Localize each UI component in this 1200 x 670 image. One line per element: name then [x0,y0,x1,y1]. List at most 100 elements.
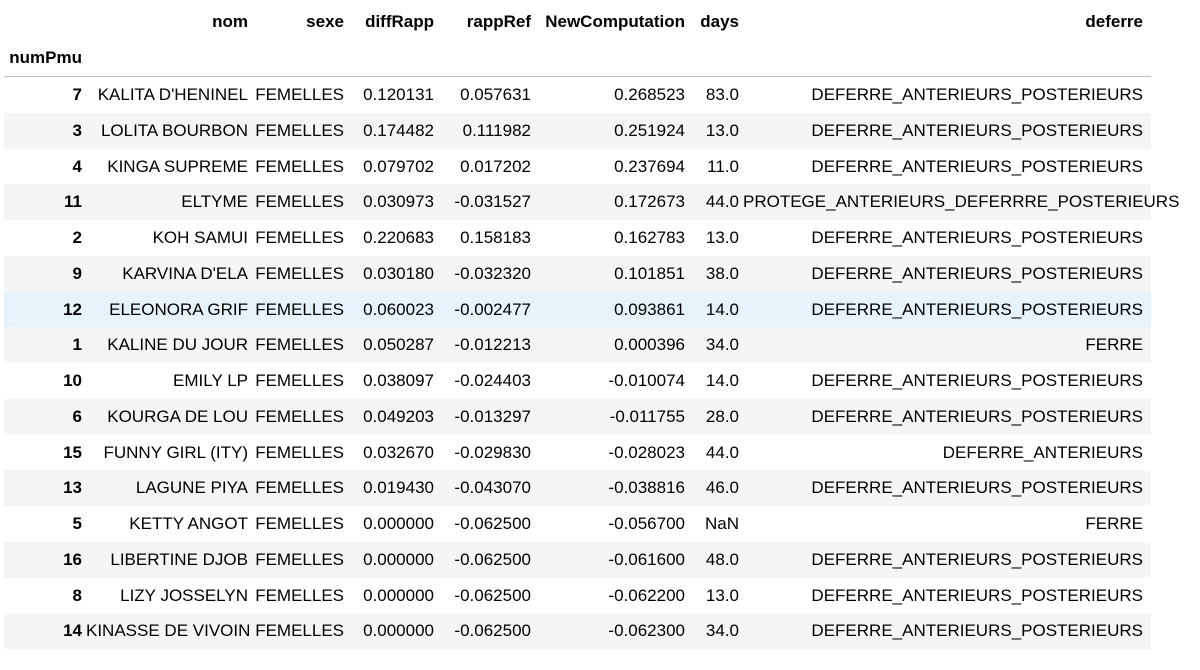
cell-rappref: -0.024403 [454,371,531,390]
cell-days: 34.0 [705,621,739,641]
cell-diffrapp: 0.000000 [363,514,434,533]
row-index: 2 [72,228,82,247]
cell-nom: KALITA D'HENINEL [97,85,248,104]
table-row[interactable]: 11 ELTYME FEMELLES 0.030973 -0.031527 0.17267… [4,184,1180,220]
table-body: 7 KALITA D'HENINEL FEMELLES 0.120131 0.05763… [4,77,1180,649]
column-header-days: days [700,12,739,31]
cell-sexe: FEMELLES [255,371,344,390]
cell-deferre: DEFERRE_ANTERIEURS_POSTERIEURS [811,371,1143,390]
column-header-rappref: rappRef [466,12,531,31]
cell-nom: KETTY ANGOT [129,514,248,533]
table-row[interactable]: 6 KOURGA DE LOU FEMELLES 0.049203 -0.013297 -… [4,398,1151,435]
cell-rappref: -0.031527 [454,192,531,212]
cell-nom: KARVINA D'ELA [122,263,248,283]
row-index: 4 [72,156,82,176]
cell-rappref: -0.062500 [454,621,531,641]
cell-nom: KINASSE DE VIVOIN [86,621,251,641]
cell-newcomputation: 0.101851 [614,263,685,283]
row-index: 11 [64,192,82,212]
cell-newcomputation: 0.162783 [614,228,685,247]
cell-newcomputation: 0.172673 [614,192,685,212]
row-index: 15 [63,442,82,462]
table-row[interactable]: 9 KARVINA D'ELA FEMELLES 0.030180 -0.032320 0… [4,255,1151,292]
cell-diffrapp: 0.038097 [363,371,434,390]
cell-rappref: 0.158183 [460,228,531,247]
cell-newcomputation: 0.268523 [614,85,685,104]
row-index: 10 [63,371,82,390]
cell-deferre: FERRE [1085,335,1143,355]
table-row[interactable]: 1 KALINE DU JOUR FEMELLES 0.050287 -0.012213… [4,327,1151,363]
cell-diffrapp: 0.030973 [363,192,434,212]
cell-days: 83.0 [705,85,739,104]
cell-newcomputation: -0.056700 [608,514,685,533]
index-name: numPmu [9,48,82,67]
cell-diffrapp: 0.120131 [363,85,434,104]
cell-sexe: FEMELLES [255,442,344,462]
table-row[interactable]: 2 KOH SAMUI FEMELLES 0.220683 0.158183 0.1627… [4,220,1151,256]
column-header-newcomputation: NewComputation [545,12,685,31]
row-index: 8 [72,585,82,605]
cell-newcomputation: -0.010074 [608,371,685,390]
table-row[interactable]: 7 KALITA D'HENINEL FEMELLES 0.120131 0.05763… [4,77,1151,113]
cell-sexe: FEMELLES [255,478,344,498]
cell-rappref: -0.043070 [454,478,531,498]
cell-rappref: 0.057631 [460,85,531,104]
table-row[interactable]: 15 FUNNY GIRL (ITY) FEMELLES 0.032670 -0.029… [4,435,1151,471]
cell-days: 34.0 [705,335,739,355]
cell-diffrapp: 0.000000 [363,621,434,641]
table-row[interactable]: 10 EMILY LP FEMELLES 0.038097 -0.024403 -0.01… [4,363,1151,399]
cell-diffrapp: 0.000000 [363,585,434,605]
cell-rappref: -0.002477 [454,299,531,319]
cell-days: 44.0 [705,442,739,462]
table-row[interactable]: 13 LAGUNE PIYA FEMELLES 0.019430 -0.043070 -0… [4,470,1151,506]
cell-rappref: -0.012213 [454,335,531,355]
cell-nom: LIZY JOSSELYN [120,585,248,605]
row-index: 3 [72,120,82,140]
cell-deferre: DEFERRE_ANTERIEURS_POSTERIEURS [811,299,1143,319]
cell-sexe: FEMELLES [255,120,344,140]
cell-days: 14.0 [705,299,739,319]
row-index: 5 [72,514,82,533]
row-index: 16 [63,549,82,569]
cell-diffrapp: 0.174482 [363,120,434,140]
column-header-row: nom sexe diffRapp rappRef NewComputation… [4,0,1151,38]
cell-newcomputation: -0.062300 [608,621,685,641]
table-row[interactable]: 5 KETTY ANGOT FEMELLES 0.000000 -0.062500 -0.… [4,506,1151,542]
cell-deferre: DEFERRE_ANTERIEURS_POSTERIEURS [811,621,1143,641]
table-row[interactable]: 8 LIZY JOSSELYN FEMELLES 0.000000 -0.062500 -… [4,578,1151,614]
cell-days: 14.0 [705,371,739,390]
table-row[interactable]: 3 LOLITA BOURBON FEMELLES 0.174482 0.111982 0… [4,112,1151,149]
cell-diffrapp: 0.079702 [363,156,434,176]
table-row[interactable]: 14 KINASSE DE VIVOIN FEMELLES 0.000000 -0.06… [4,613,1151,649]
cell-deferre: DEFERRE_ANTERIEURS_POSTERIEURS [811,585,1143,605]
row-index: 9 [72,263,82,283]
table-row[interactable]: 16 LIBERTINE DJOB FEMELLES 0.000000 -0.06250… [4,541,1151,578]
cell-newcomputation: -0.038816 [608,478,685,498]
cell-nom: LOLITA BOURBON [100,120,248,140]
table-row[interactable]: 4 KINGA SUPREME FEMELLES 0.079702 0.017202 0.… [4,149,1151,185]
row-index: 7 [72,85,82,104]
cell-deferre: PROTEGE_ANTERIEURS_DEFERRRE_POSTERIEURS [743,192,1180,212]
cell-deferre: DEFERRE_ANTERIEURS_POSTERIEURS [811,478,1143,498]
dataframe-table: nom sexe diffRapp rappRef NewComputation… [4,0,1180,649]
cell-newcomputation: -0.011755 [609,406,685,426]
cell-nom: KALINE DU JOUR [107,335,248,355]
cell-deferre: FERRE [1085,514,1143,533]
cell-nom: KINGA SUPREME [107,156,248,176]
cell-diffrapp: 0.220683 [363,228,434,247]
cell-sexe: FEMELLES [255,299,344,319]
cell-rappref: -0.013297 [454,406,531,426]
cell-deferre: DEFERRE_ANTERIEURS_POSTERIEURS [811,156,1143,176]
cell-newcomputation: 0.251924 [614,120,685,140]
cell-sexe: FEMELLES [255,263,344,283]
cell-sexe: FEMELLES [255,192,344,212]
cell-days: 38.0 [705,263,739,283]
cell-days: 48.0 [705,549,739,569]
table-row[interactable]: 12 ELEONORA GRIF FEMELLES 0.060023 -0.002477… [4,291,1151,328]
row-index: 1 [72,335,82,355]
cell-diffrapp: 0.050287 [363,335,434,355]
cell-days: 13.0 [705,585,739,605]
cell-deferre: DEFERRE_ANTERIEURS [942,442,1143,462]
column-header-deferre: deferre [1085,12,1143,31]
column-header-sexe: sexe [306,12,344,31]
